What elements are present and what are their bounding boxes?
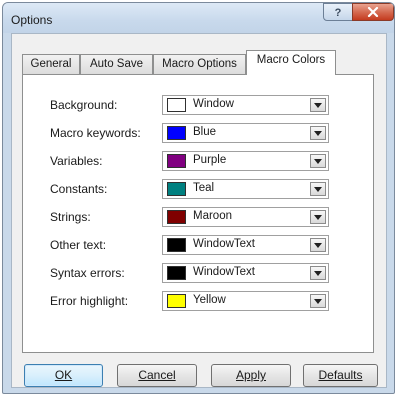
color-swatch	[167, 126, 186, 140]
color-swatch	[167, 210, 186, 224]
svg-text:?: ?	[335, 7, 342, 18]
close-button[interactable]	[352, 3, 394, 21]
selected-color-value: Teal	[193, 182, 215, 194]
ok-button[interactable]: OK	[24, 364, 103, 387]
variables-color-select[interactable]: Purple	[162, 151, 329, 171]
dropdown-arrow-icon[interactable]	[310, 266, 326, 280]
tab-macro-colors[interactable]: Macro Colors	[246, 50, 336, 75]
close-icon	[367, 7, 379, 17]
color-setting-row: Error highlight: Yellow	[23, 291, 373, 311]
strings-label: Strings:	[50, 210, 91, 224]
title-bar[interactable]: Options ?	[3, 3, 394, 33]
other-text-color-select[interactable]: WindowText	[162, 235, 329, 255]
dropdown-arrow-icon[interactable]	[310, 210, 326, 224]
syntax-errors-color-select[interactable]: WindowText	[162, 263, 329, 283]
help-icon: ?	[335, 7, 342, 18]
color-swatch	[167, 294, 186, 308]
strings-color-select[interactable]: Maroon	[162, 207, 329, 227]
macro-colors-panel: Background: Window Macro keywords: Blue …	[22, 74, 374, 353]
selected-color-value: Maroon	[193, 210, 232, 222]
color-swatch	[167, 182, 186, 196]
macro-keywords-label: Macro keywords:	[50, 126, 141, 140]
options-dialog: Options ? General Auto Save Macro Option…	[2, 2, 395, 394]
color-setting-row: Strings: Maroon	[23, 207, 373, 227]
background-label: Background:	[50, 98, 118, 112]
dialog-client-area: General Auto Save Macro Options Macro Co…	[11, 33, 387, 388]
color-setting-row: Syntax errors: WindowText	[23, 263, 373, 283]
color-setting-row: Macro keywords: Blue	[23, 123, 373, 143]
syntax-errors-label: Syntax errors:	[50, 266, 125, 280]
color-swatch	[167, 238, 186, 252]
selected-color-value: WindowText	[193, 266, 255, 278]
dropdown-arrow-icon[interactable]	[310, 98, 326, 112]
color-setting-row: Constants: Teal	[23, 179, 373, 199]
tab-macro-options[interactable]: Macro Options	[153, 54, 246, 74]
macro-keywords-color-select[interactable]: Blue	[162, 123, 329, 143]
help-button[interactable]: ?	[323, 3, 353, 21]
apply-button[interactable]: Apply	[211, 364, 291, 387]
other-text-label: Other text:	[50, 238, 107, 252]
error-highlight-color-select[interactable]: Yellow	[162, 291, 329, 311]
selected-color-value: WindowText	[193, 238, 255, 250]
background-color-select[interactable]: Window	[162, 95, 329, 115]
color-swatch	[167, 98, 186, 112]
dropdown-arrow-icon[interactable]	[310, 238, 326, 252]
selected-color-value: Blue	[193, 126, 217, 138]
variables-label: Variables:	[50, 154, 103, 168]
dropdown-arrow-icon[interactable]	[310, 126, 326, 140]
defaults-button[interactable]: Defaults	[303, 364, 378, 387]
constants-color-select[interactable]: Teal	[162, 179, 329, 199]
selected-color-value: Purple	[193, 154, 227, 166]
tab-general[interactable]: General	[22, 54, 80, 74]
selected-color-value: Window	[193, 98, 234, 110]
color-setting-row: Other text: WindowText	[23, 235, 373, 255]
color-swatch	[167, 266, 186, 280]
dropdown-arrow-icon[interactable]	[310, 154, 326, 168]
tab-auto-save[interactable]: Auto Save	[80, 54, 153, 74]
color-swatch	[167, 154, 186, 168]
error-highlight-label: Error highlight:	[50, 294, 129, 308]
dropdown-arrow-icon[interactable]	[310, 182, 326, 196]
color-setting-row: Background: Window	[23, 95, 373, 115]
color-setting-row: Variables: Purple	[23, 151, 373, 171]
constants-label: Constants:	[50, 182, 108, 196]
selected-color-value: Yellow	[193, 294, 226, 306]
cancel-button[interactable]: Cancel	[117, 364, 197, 387]
window-title: Options	[11, 13, 53, 27]
dropdown-arrow-icon[interactable]	[310, 294, 326, 308]
